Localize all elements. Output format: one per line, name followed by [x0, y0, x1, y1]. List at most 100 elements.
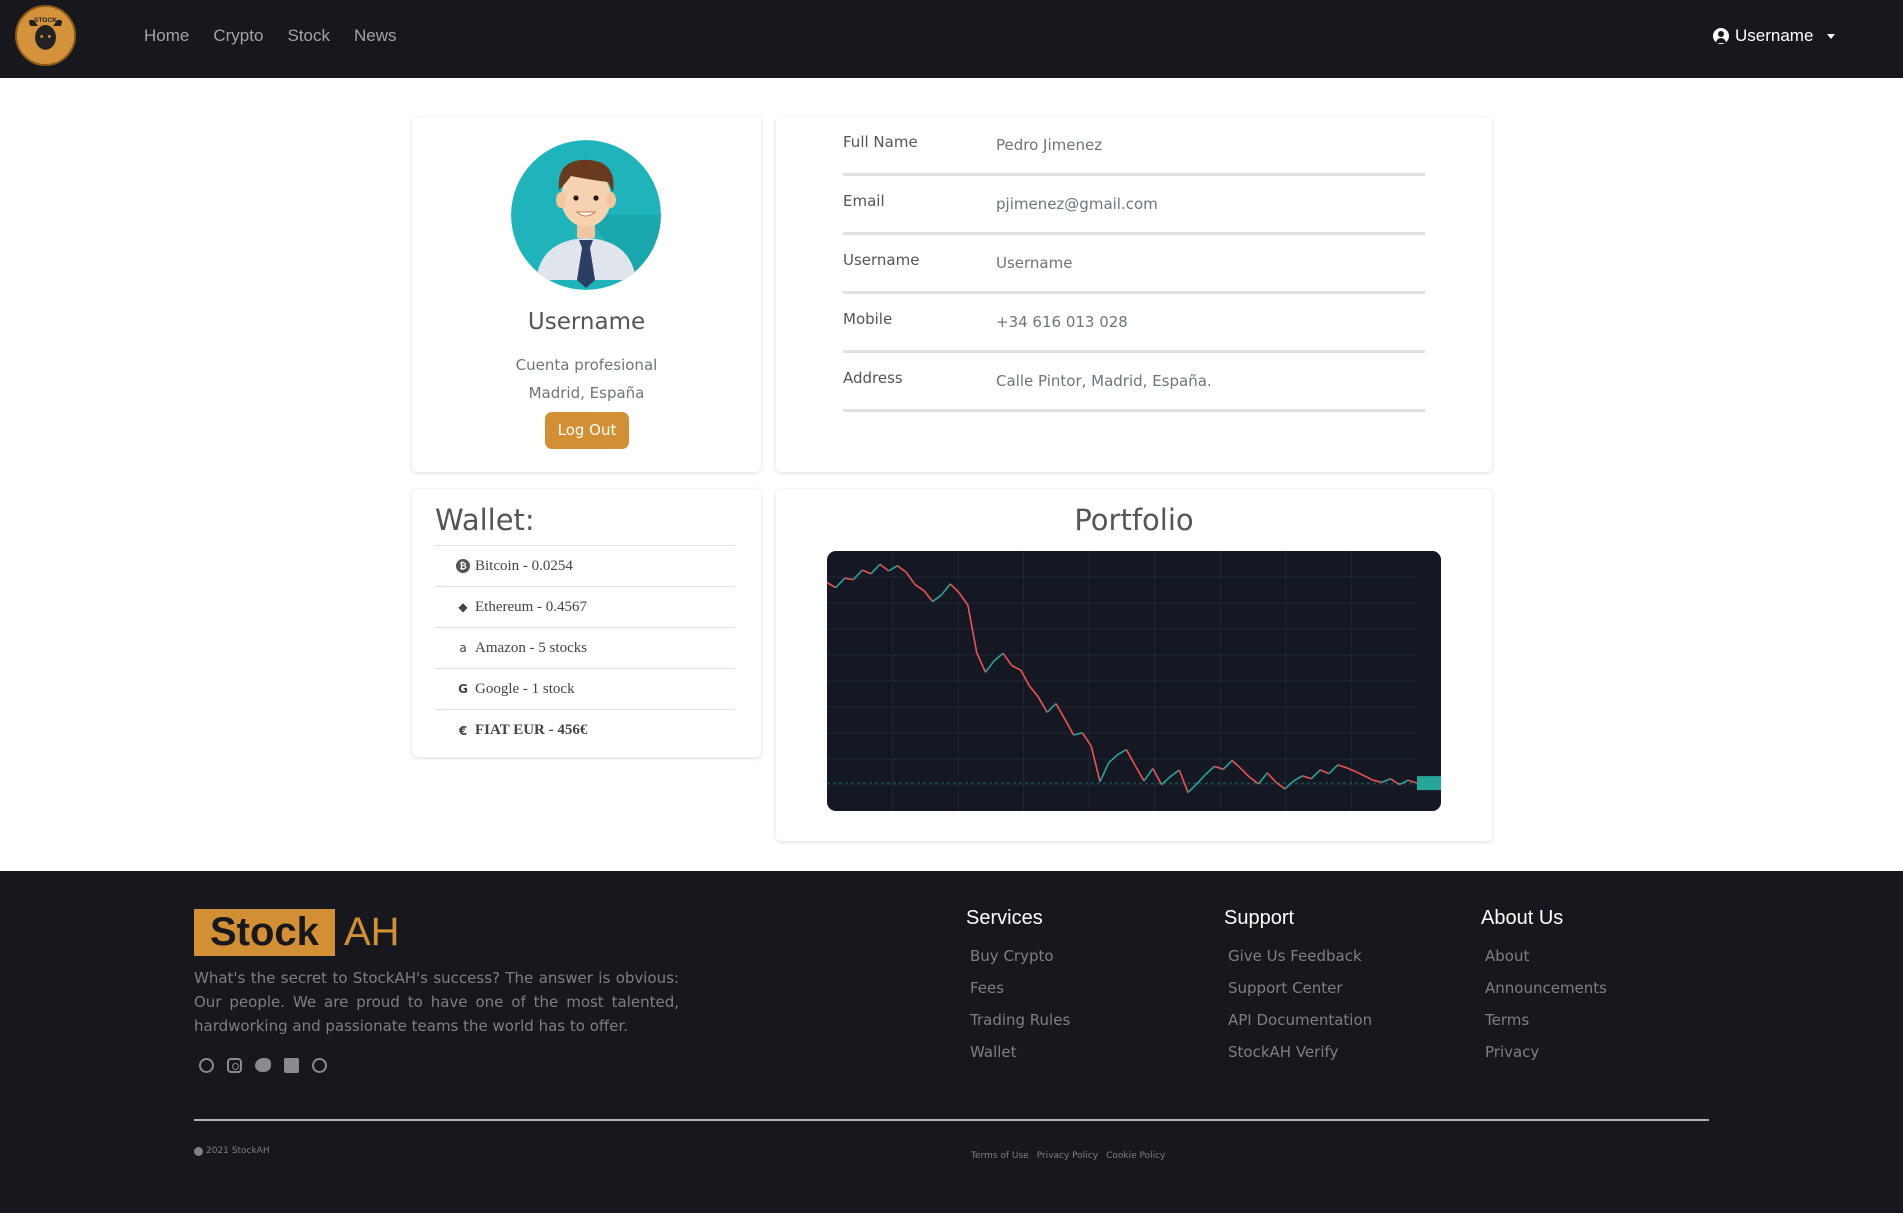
main-nav: Home Crypto Stock News	[144, 26, 396, 46]
legal-cookie-link[interactable]: Cookie Policy	[1106, 1151, 1165, 1161]
wallet-item-text: Amazon - 5 stocks	[475, 639, 588, 656]
user-avatar	[511, 140, 661, 290]
github-icon[interactable]	[312, 1058, 327, 1073]
footer-link-buy-crypto[interactable]: Buy Crypto	[970, 940, 1070, 972]
chart-price-segment	[1020, 669, 1031, 687]
wallet-card: Wallet: ₿ Bitcoin - 0.0254 ◆ Ethereum - …	[412, 489, 761, 757]
legal-privacy-link[interactable]: Privacy Policy	[1037, 1151, 1098, 1161]
euro-icon: €	[458, 723, 468, 738]
chart-canvas	[827, 551, 1441, 811]
chart-price-segment	[1081, 732, 1092, 747]
footer-link-feedback[interactable]: Give Us Feedback	[1228, 940, 1372, 972]
user-circle-icon	[1713, 28, 1729, 44]
stockah-logo[interactable]: STOCK	[15, 5, 76, 66]
info-value: +34 616 013 028	[996, 313, 1128, 331]
twitter-icon[interactable]	[255, 1058, 271, 1072]
footer-link-fees[interactable]: Fees	[970, 972, 1070, 1004]
google-icon: G	[458, 682, 468, 696]
user-menu-dropdown[interactable]: Username	[1713, 26, 1836, 46]
user-info-card: Full Name Pedro Jimenez Email pjimenez@g…	[776, 117, 1492, 472]
logout-button[interactable]: Log Out	[545, 412, 629, 449]
footer-link-privacy[interactable]: Privacy	[1485, 1036, 1607, 1068]
portfolio-price-chart[interactable]	[827, 551, 1441, 811]
chart-price-segment	[1134, 765, 1145, 782]
instagram-icon[interactable]	[227, 1058, 242, 1073]
wallet-item-text: Google - 1 stock	[475, 680, 575, 697]
nav-crypto-link[interactable]: Crypto	[213, 26, 263, 46]
chart-price-segment	[1407, 779, 1418, 784]
facebook-icon[interactable]	[199, 1058, 214, 1073]
chart-price-segment	[1302, 775, 1312, 780]
social-links	[199, 1058, 327, 1073]
chart-price-segment	[1117, 748, 1127, 756]
chart-price-segment	[1152, 768, 1163, 785]
nav-stock-link[interactable]: Stock	[287, 26, 330, 46]
footer-link-about[interactable]: About	[1485, 940, 1607, 972]
profile-card: Username Cuenta profesional Madrid, Espa…	[412, 117, 761, 472]
info-label: Address	[843, 369, 903, 387]
portfolio-card: Portfolio	[776, 489, 1492, 841]
footer-col-support: Support Give Us Feedback Support Center …	[1224, 907, 1372, 1068]
chart-price-segment	[896, 565, 907, 573]
wallet-title: Wallet:	[435, 503, 535, 537]
wallet-list: ₿ Bitcoin - 0.0254 ◆ Ethereum - 0.4567 a…	[435, 545, 735, 751]
info-label: Mobile	[843, 310, 893, 328]
chart-price-segment	[1337, 764, 1347, 769]
caret-down-icon	[1827, 33, 1836, 39]
chart-price-segment	[1372, 779, 1382, 784]
info-row-address: Address Calle Pintor, Madrid, España.	[843, 353, 1425, 412]
bitcoin-icon: ₿	[456, 559, 470, 573]
footer-link-support-center[interactable]: Support Center	[1228, 972, 1372, 1004]
chart-price-segment	[1355, 770, 1365, 777]
chart-price-segment	[984, 660, 995, 673]
footer-col-title: Services	[966, 907, 1043, 929]
wallet-item-google: G Google - 1 stock	[435, 669, 735, 710]
footer-col-services: Services Buy Crypto Fees Trading Rules W…	[966, 907, 1070, 1068]
chart-price-segment	[1310, 769, 1321, 780]
chart-price-segment	[852, 569, 863, 581]
info-row-mobile: Mobile +34 616 013 028	[843, 294, 1425, 353]
footer-link-terms[interactable]: Terms	[1485, 1004, 1607, 1036]
brand-box-text: Stock	[194, 909, 335, 956]
user-menu-label: Username	[1735, 26, 1814, 45]
chart-price-segment	[1090, 745, 1101, 782]
info-value: pjimenez@gmail.com	[996, 195, 1158, 213]
chart-price-segment	[1125, 749, 1136, 766]
chart-price-segment	[1319, 769, 1330, 775]
chart-price-segment	[993, 652, 1004, 662]
copyright-notice: 2021 StockAH	[194, 1146, 270, 1156]
chart-price-segment	[1231, 759, 1242, 770]
chart-price-segment	[923, 590, 934, 602]
chart-price-segment	[1222, 759, 1233, 770]
chart-price-segment	[1011, 664, 1022, 671]
copyright-text: 2021 StockAH	[206, 1146, 270, 1156]
info-value: Calle Pintor, Madrid, España.	[996, 372, 1212, 390]
chart-last-price-tag	[1417, 776, 1441, 791]
wallet-item-fiat-eur: € FIAT EUR - 456€	[435, 710, 735, 751]
chart-price-segment	[1037, 696, 1048, 713]
chart-price-segment	[1214, 765, 1224, 771]
footer-link-api-docs[interactable]: API Documentation	[1228, 1004, 1372, 1036]
footer-link-verify[interactable]: StockAH Verify	[1228, 1036, 1372, 1068]
nav-home-link[interactable]: Home	[144, 26, 189, 46]
footer-col-about: About Us About Announcements Terms Priva…	[1481, 907, 1607, 1068]
chart-price-segment	[1196, 773, 1207, 785]
info-label: Username	[843, 251, 920, 269]
chart-price-segment	[1257, 772, 1268, 785]
profile-account-type: Cuenta profesional	[515, 356, 658, 374]
chart-price-segment	[1266, 772, 1277, 783]
linkedin-icon[interactable]	[284, 1058, 299, 1073]
nav-news-link[interactable]: News	[354, 26, 397, 46]
portfolio-title: Portfolio	[1074, 503, 1194, 537]
copyright-icon	[194, 1146, 203, 1156]
footer-link-announcements[interactable]: Announcements	[1485, 972, 1607, 1004]
chart-price-segment	[1390, 778, 1400, 786]
info-row-full-name: Full Name Pedro Jimenez	[843, 117, 1425, 176]
chart-price-segment	[1055, 703, 1066, 720]
footer-link-wallet[interactable]: Wallet	[970, 1036, 1070, 1068]
legal-terms-link[interactable]: Terms of Use	[971, 1151, 1029, 1161]
footer-link-trading-rules[interactable]: Trading Rules	[970, 1004, 1070, 1036]
chart-price-segment	[975, 652, 987, 673]
chart-price-segment	[1046, 703, 1057, 713]
chart-price-segment	[1143, 768, 1154, 782]
